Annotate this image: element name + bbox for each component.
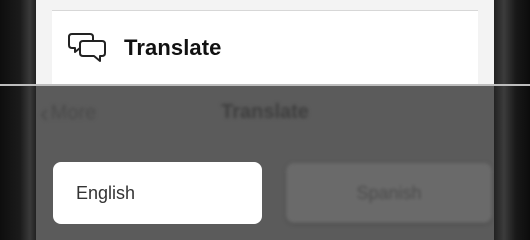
target-language-button[interactable]: Spanish [286,163,492,223]
source-language-label: English [76,182,136,203]
screen-frame: Translate ‹ More Translate Spanish Engli… [0,0,530,240]
background-screen: ‹ More Translate Spanish English [36,86,494,240]
source-language-button[interactable]: English [53,162,262,224]
device-bezel-right [494,0,530,240]
menu-overlay: Translate [36,0,494,86]
menu-item-translate[interactable]: Translate [52,10,478,84]
speech-bubbles-icon [68,31,108,65]
target-language-label: Spanish [356,182,422,203]
nav-title: Translate [221,101,309,123]
menu-item-label: Translate [124,34,222,60]
device-bezel-left [0,0,36,240]
